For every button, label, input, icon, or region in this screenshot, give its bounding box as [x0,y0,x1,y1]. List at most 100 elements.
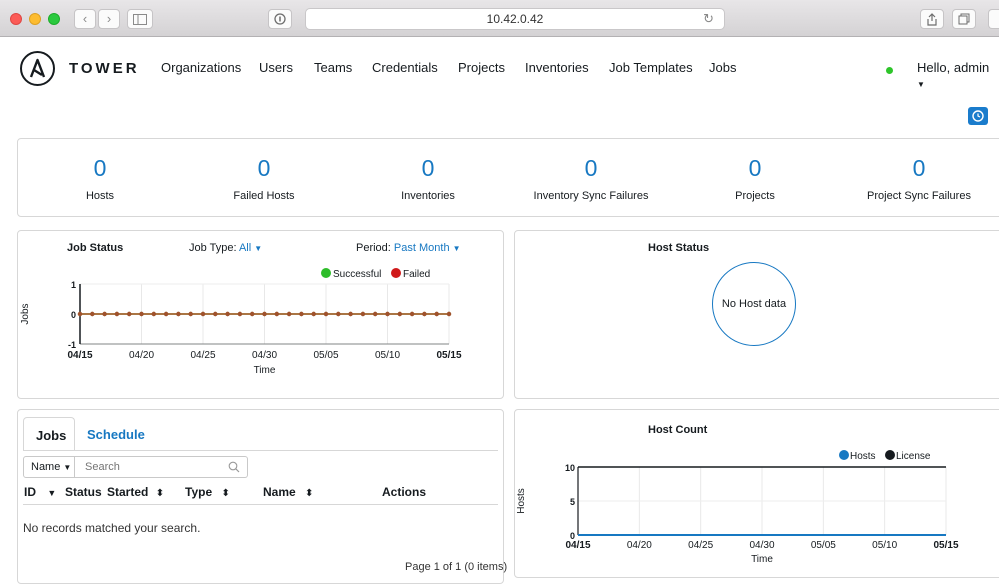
data-point-failed [188,311,193,317]
data-point-failed [422,311,427,317]
count-value[interactable]: 0 [506,155,676,182]
column-header-type-label: Type [185,485,213,499]
legend-marker-hosts [839,450,849,460]
search-field-dropdown[interactable]: Name ▼ [23,456,75,478]
search-field-label: Name [31,461,61,473]
x-tick-label: 04/20 [129,350,154,361]
counts-panel: 0 Hosts 0 Failed Hosts 0 Inventories 0 I… [17,138,999,217]
job-type-value[interactable]: All [239,242,251,254]
data-point-failed [434,311,439,317]
sort-icon[interactable]: ⬍ [221,488,229,499]
period-filter[interactable]: Period: Past Month ▼ [356,242,461,254]
count-value[interactable]: 0 [670,155,840,182]
count-label: Failed Hosts [233,190,295,202]
host-status-empty-text: No Host data [721,298,787,310]
count-value[interactable]: 0 [15,155,185,182]
x-tick-label: 05/05 [313,350,338,361]
count-label: Project Sync Failures [867,190,971,202]
data-point-failed [139,311,144,317]
app-header: TOWER Organizations Users Teams Credenti… [0,37,999,100]
sort-desc-icon[interactable]: ▼ [47,488,56,498]
chevron-down-icon: ▼ [254,244,263,253]
column-header-actions: Actions [382,485,427,499]
user-menu[interactable]: Hello, admin ▼ [917,60,999,90]
search-icon[interactable] [228,461,240,473]
nav-projects[interactable]: Projects [458,60,505,75]
nav-jobs[interactable]: Jobs [709,60,736,75]
browser-toolbar: ‹ › 10.42.0.42 ↻ [0,0,999,37]
x-tick-label: 04/25 [190,350,215,361]
count-label: Inventory Sync Failures [533,190,649,202]
tab-schedule[interactable]: Schedule [87,427,145,442]
x-tick-label: 05/10 [872,540,897,551]
column-header-name-label: Name [263,485,296,499]
count-inventory-sync-failures[interactable]: 0 Inventory Sync Failures [506,139,676,202]
x-tick-label: 05/15 [436,350,461,361]
sort-icon[interactable]: ⬍ [156,488,164,499]
job-type-label: Job Type: [189,242,237,254]
back-button[interactable]: ‹ [74,9,96,29]
y-tick-label: 0 [71,310,76,320]
count-value[interactable]: 0 [343,155,513,182]
count-project-sync-failures[interactable]: 0 Project Sync Failures [834,139,999,202]
count-value[interactable]: 0 [179,155,349,182]
legend-label-hosts: Hosts [850,451,876,462]
period-value[interactable]: Past Month [394,242,450,254]
count-inventories[interactable]: 0 Inventories [343,139,513,202]
host-count-chart: Hosts License105004/15 04/20 04/25 04/30 05/0… [516,450,959,565]
column-header-id[interactable]: ID ▼ [24,485,56,499]
data-point-failed [373,311,378,317]
count-value[interactable]: 0 [834,155,999,182]
nav-credentials[interactable]: Credentials [372,60,438,75]
y-axis-label: Jobs [20,303,31,324]
share-icon[interactable] [920,9,944,29]
nav-organizations[interactable]: Organizations [161,60,241,75]
count-failed-hosts[interactable]: 0 Failed Hosts [179,139,349,202]
brand-name[interactable]: TOWER [69,60,140,77]
maximize-window-button[interactable] [48,13,60,25]
nav-teams[interactable]: Teams [314,60,352,75]
activity-stream-button[interactable] [968,107,988,125]
data-point-failed [151,311,156,317]
column-header-status[interactable]: Status [65,485,102,499]
data-point-failed [311,311,316,317]
job-type-filter[interactable]: Job Type: All ▼ [189,242,262,254]
count-hosts[interactable]: 0 Hosts [15,139,185,202]
x-tick-label: 04/15 [67,350,92,361]
tabs-overview-icon[interactable] [952,9,976,29]
forward-button[interactable]: › [98,9,120,29]
url-bar[interactable]: 10.42.0.42 ↻ [305,8,725,30]
data-point-failed [360,311,366,317]
legend-label-license: License [896,451,931,462]
new-tab-button[interactable] [988,9,999,29]
period-label: Period: [356,242,391,254]
tab-jobs-label: Jobs [36,428,67,443]
sort-icon[interactable]: ⬍ [305,488,313,499]
x-tick-label: 05/10 [375,350,400,361]
table-header-divider [23,504,498,505]
data-point-failed [90,311,95,317]
ansible-logo-icon[interactable] [20,51,55,86]
x-axis-label: Time [254,365,276,376]
reload-icon[interactable]: ↻ [703,9,714,29]
privacy-icon[interactable] [268,9,292,29]
column-header-name[interactable]: Name ⬍ [263,485,313,499]
data-point-failed [262,311,267,317]
count-projects[interactable]: 0 Projects [670,139,840,202]
legend-marker-failed [391,268,401,278]
tab-jobs[interactable]: Jobs [23,417,75,451]
close-window-button[interactable] [10,13,22,25]
minimize-window-button[interactable] [29,13,41,25]
nav-users[interactable]: Users [259,60,293,75]
count-label: Inventories [401,190,455,202]
column-header-type[interactable]: Type ⬍ [185,485,230,499]
nav-job-templates[interactable]: Job Templates [609,60,693,75]
job-status-title: Job Status [67,242,124,254]
column-header-started[interactable]: Started ⬍ [107,485,164,499]
nav-inventories[interactable]: Inventories [525,60,589,75]
count-label: Hosts [85,190,115,202]
host-status-donut: No Host data [712,262,796,346]
sidebar-toggle-icon[interactable] [127,9,153,29]
search-input[interactable] [75,456,248,478]
data-point-failed [323,311,329,317]
